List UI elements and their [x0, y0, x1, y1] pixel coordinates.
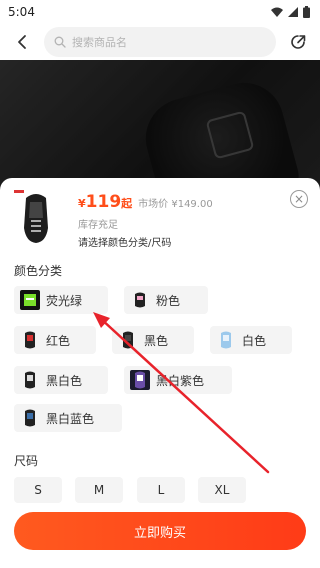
back-button[interactable] [0, 24, 44, 60]
signal-icon [288, 7, 298, 17]
status-time: 5:04 [8, 5, 35, 19]
color-swatch-image [20, 330, 40, 350]
color-option-black-white-blue[interactable]: 黑白蓝色 [14, 404, 122, 432]
size-option-m[interactable]: M [75, 477, 123, 503]
size-option-l[interactable]: L [137, 477, 185, 503]
color-option-black[interactable]: 黑色 [112, 326, 194, 354]
size-option-s[interactable]: S [14, 477, 62, 503]
sku-selector-sheet: × ¥119起 市场价 ¥149.00 库存充足 请选择颜色分类/尺码 颜色分类… [0, 178, 320, 568]
share-button[interactable] [276, 24, 320, 60]
color-option-white[interactable]: 白色 [210, 326, 292, 354]
color-swatch-image [118, 330, 138, 350]
color-option-pink[interactable]: 粉色 [124, 286, 208, 314]
color-swatch-image [20, 290, 40, 310]
chevron-left-icon [18, 35, 26, 49]
search-placeholder: 搜索商品名 [72, 36, 127, 49]
price: ¥119起 [78, 192, 133, 212]
color-swatch-image [20, 370, 40, 390]
close-icon: × [293, 192, 305, 206]
color-option-black-white-purple[interactable]: 黑白紫色 [124, 366, 232, 394]
market-price: 市场价 ¥149.00 [138, 199, 213, 210]
color-option-black-white[interactable]: 黑白色 [14, 366, 108, 394]
color-swatch-image [130, 370, 150, 390]
size-section-title: 尺码 [14, 454, 39, 468]
status-bar: 5:04 [0, 0, 320, 24]
close-button[interactable]: × [290, 190, 308, 208]
product-thumbnail [12, 188, 60, 246]
search-icon [54, 36, 66, 48]
color-swatch-image [20, 408, 40, 428]
battery-icon [303, 6, 310, 18]
selection-hint: 请选择颜色分类/尺码 [78, 238, 172, 249]
color-section-title: 颜色分类 [14, 264, 63, 278]
status-icons [271, 6, 310, 18]
size-option-xl[interactable]: XL [198, 477, 246, 503]
search-header: 搜索商品名 [0, 24, 320, 60]
color-swatch-image [216, 330, 236, 350]
stock-status: 库存充足 [78, 220, 118, 231]
product-info: ¥119起 市场价 ¥149.00 库存充足 请选择颜色分类/尺码 [78, 192, 213, 249]
color-option-fluorescent-green[interactable]: 荧光绿 [14, 286, 108, 314]
wifi-icon [271, 7, 283, 17]
color-option-red[interactable]: 红色 [14, 326, 96, 354]
search-input[interactable]: 搜索商品名 [44, 27, 276, 57]
buy-now-button[interactable]: 立即购买 [14, 512, 306, 550]
color-swatch-image [130, 290, 150, 310]
share-icon [291, 35, 306, 49]
